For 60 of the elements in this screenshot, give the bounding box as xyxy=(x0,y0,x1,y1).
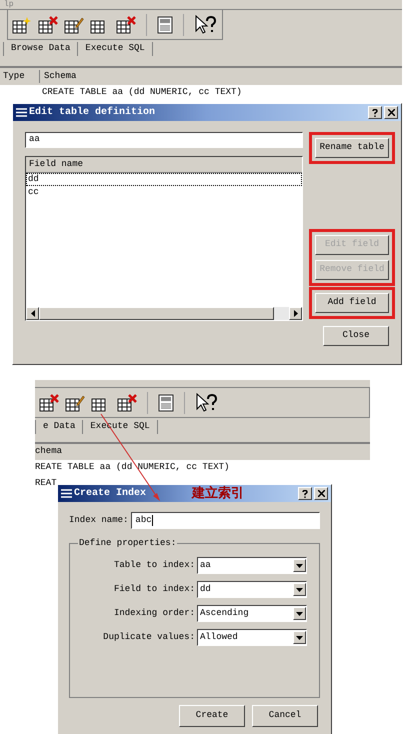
grid-cross-icon[interactable] xyxy=(39,394,59,412)
table-cell-text: REATE TABLE aa (dd NUMERIC, cc TEXT) xyxy=(35,461,230,474)
dialog-button[interactable]: Cancel xyxy=(252,705,318,727)
menu-icon[interactable] xyxy=(61,489,72,498)
dropdown[interactable]: Allowed xyxy=(197,629,307,646)
left-arrow-icon xyxy=(30,310,34,317)
window-title: Create Index xyxy=(74,486,146,501)
grid-cross-icon[interactable] xyxy=(116,16,136,34)
column-header: Type xyxy=(0,70,40,84)
column-header: chema xyxy=(35,445,62,458)
field-label: Index name: xyxy=(69,514,128,527)
dialog-button[interactable]: Add field xyxy=(315,293,389,313)
annotation-text: 建立索引 xyxy=(192,485,244,501)
table-cell-text: CREATE TABLE aa (dd NUMERIC, cc TEXT) xyxy=(41,86,242,100)
field-label: Field to index: xyxy=(112,582,196,596)
grid-pencil-icon[interactable] xyxy=(65,394,85,412)
tab[interactable]: Browse Data xyxy=(3,42,78,56)
dialog-button[interactable]: Create xyxy=(179,705,245,727)
field-label: Table to index: xyxy=(112,558,196,572)
tab[interactable]: Execute SQL xyxy=(77,42,152,56)
list-row[interactable]: cc xyxy=(26,186,302,199)
dropdown[interactable]: Ascending xyxy=(197,605,307,622)
help-button[interactable] xyxy=(368,106,382,119)
index-name-field[interactable]: abc xyxy=(131,512,320,529)
close-icon xyxy=(388,109,394,116)
window-title: Edit table definition xyxy=(29,106,156,120)
list-header[interactable]: Field name xyxy=(26,157,302,173)
dropdown-arrow-icon xyxy=(296,588,303,592)
dialog-button[interactable]: Rename table xyxy=(315,138,389,158)
document-icon[interactable] xyxy=(157,16,173,34)
column-header: Schema xyxy=(43,70,76,83)
close-button[interactable] xyxy=(314,487,328,500)
right-arrow-icon xyxy=(294,310,298,317)
grid-cross-icon[interactable] xyxy=(38,16,58,34)
dialog-button[interactable]: Close xyxy=(323,326,389,346)
dropdown[interactable]: aa xyxy=(197,557,307,574)
list-row[interactable]: dd xyxy=(26,173,302,186)
dropdown-arrow-icon xyxy=(296,612,303,616)
group-title: Define properties: xyxy=(78,537,178,549)
table-name-field[interactable]: aa xyxy=(25,132,303,148)
question-icon xyxy=(372,108,378,116)
grid-star-icon[interactable] xyxy=(12,16,32,34)
field-label: Indexing order: xyxy=(112,606,196,620)
close-icon xyxy=(318,490,324,497)
grid-cross-icon[interactable] xyxy=(117,394,137,412)
close-button[interactable] xyxy=(384,106,398,119)
tab[interactable]: e Data xyxy=(35,420,82,434)
help-cursor-icon[interactable] xyxy=(195,392,217,412)
question-icon xyxy=(302,490,308,498)
field-label: Duplicate values: xyxy=(102,630,196,644)
dropdown[interactable]: dd xyxy=(197,581,307,598)
grid-pencil-icon[interactable] xyxy=(64,16,84,34)
table-cell-text: REAT xyxy=(35,476,57,490)
dropdown-arrow-icon xyxy=(296,636,303,640)
menu-icon[interactable] xyxy=(16,108,27,117)
horizontal-scrollbar[interactable] xyxy=(26,307,302,320)
help-cursor-icon[interactable] xyxy=(194,14,216,34)
document-icon[interactable] xyxy=(158,394,174,412)
help-button[interactable] xyxy=(298,487,312,500)
dropdown-arrow-icon xyxy=(296,564,303,568)
